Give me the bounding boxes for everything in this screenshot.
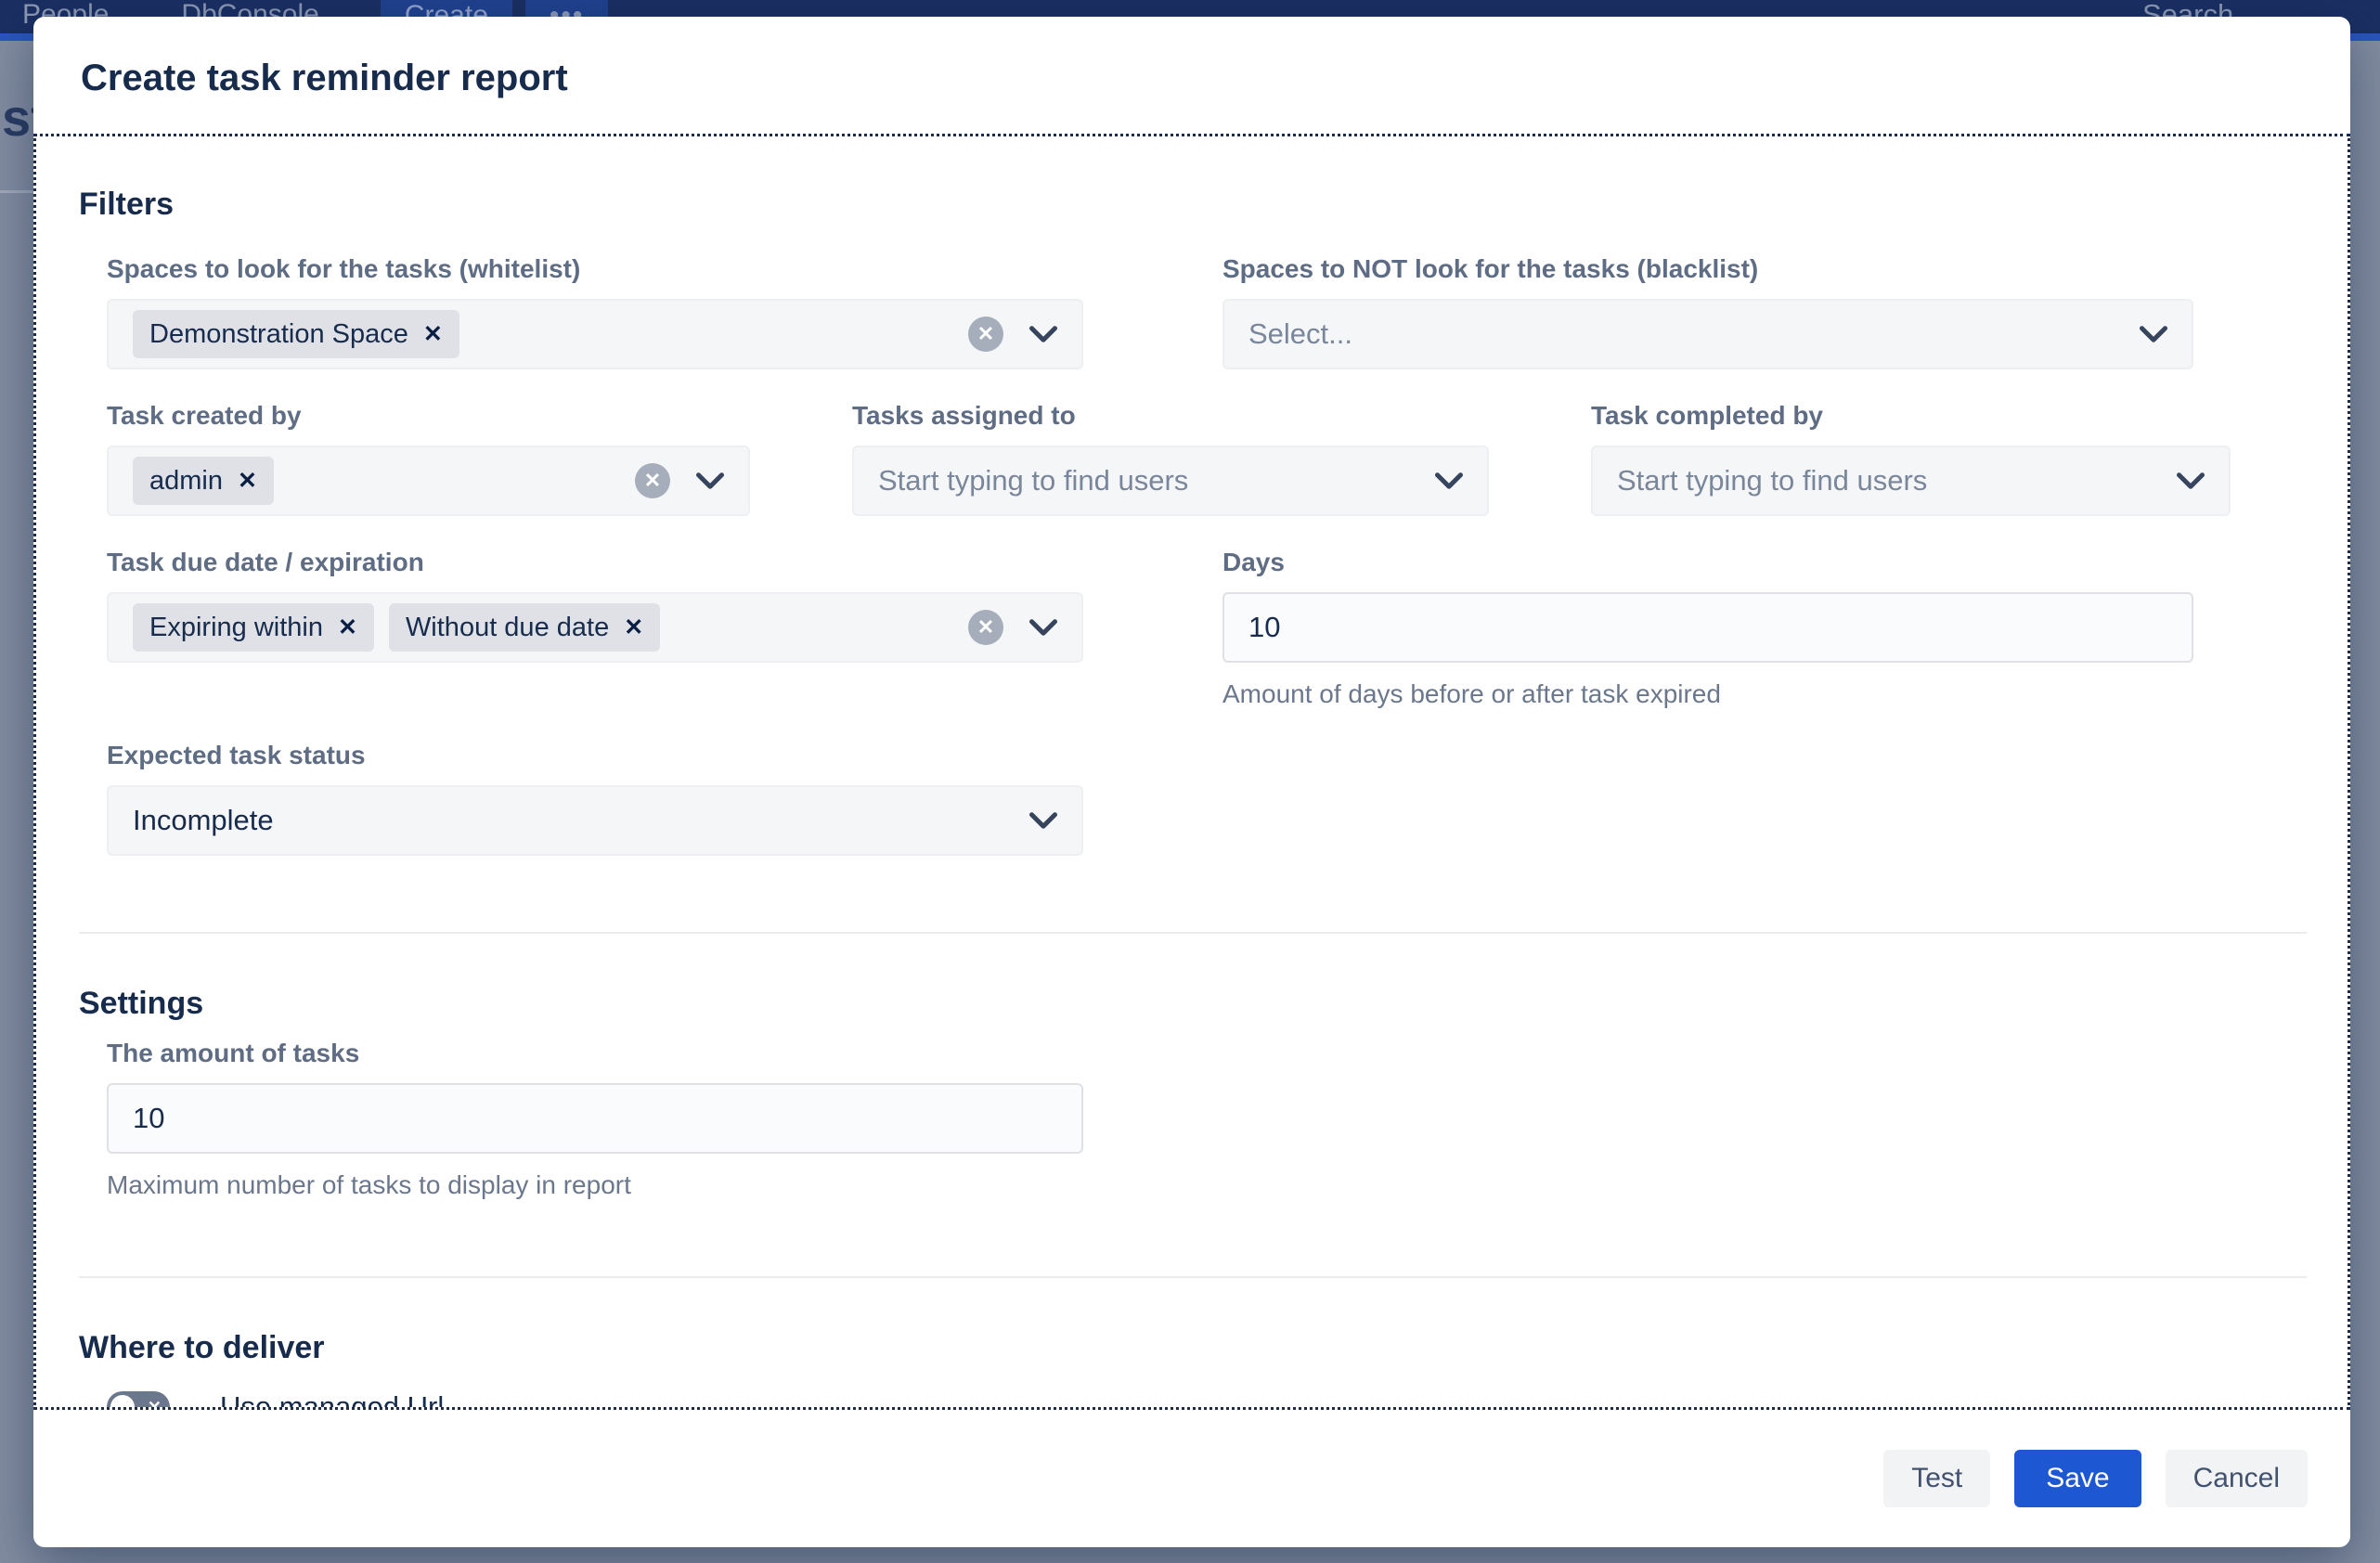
chevron-down-icon[interactable] [2177, 472, 2205, 489]
dialog-footer: Test Save Cancel [33, 1410, 2350, 1547]
remove-tag-icon[interactable]: ✕ [238, 467, 257, 495]
whitelist-label: Spaces to look for the tasks (whitelist) [107, 254, 1083, 284]
blacklist-label: Spaces to NOT look for the tasks (blackl… [1222, 254, 2193, 284]
dialog-content: Filters Spaces to look for the tasks (wh… [33, 134, 2350, 1410]
chevron-down-icon[interactable] [1029, 619, 1057, 636]
amount-help-text: Maximum number of tasks to display in re… [107, 1170, 2307, 1200]
assigned-to-select[interactable]: Start typing to find users [852, 446, 1489, 516]
created-by-label: Task created by [107, 401, 750, 431]
completed-by-select[interactable]: Start typing to find users [1591, 446, 2231, 516]
test-button[interactable]: Test [1883, 1450, 1990, 1507]
section-divider [79, 1276, 2307, 1278]
chevron-down-icon[interactable] [2140, 326, 2167, 342]
remove-tag-icon[interactable]: ✕ [338, 614, 357, 641]
background-divider [0, 190, 33, 193]
chevron-down-icon[interactable] [696, 472, 724, 489]
due-date-select[interactable]: Expiring within ✕ Without due date ✕ ✕ [107, 592, 1083, 663]
deliver-heading: Where to deliver [79, 1330, 2307, 1366]
filters-row-due: Task due date / expiration Expiring with… [107, 548, 2307, 709]
dialog-title: Create task reminder report [81, 58, 2350, 99]
amount-input[interactable] [107, 1083, 1083, 1154]
chevron-down-icon[interactable] [1029, 812, 1057, 829]
cancel-button[interactable]: Cancel [2166, 1450, 2308, 1507]
remove-tag-icon[interactable]: ✕ [624, 614, 643, 641]
managed-url-label: Use managed Url [220, 1390, 444, 1410]
toggle-off-icon: ✕ [148, 1399, 162, 1410]
created-by-select[interactable]: admin ✕ ✕ [107, 446, 750, 516]
clear-field-icon[interactable]: ✕ [968, 610, 1003, 645]
whitelist-select[interactable]: Demonstration Space ✕ ✕ [107, 299, 1083, 369]
create-task-reminder-dialog: Create task reminder report Filters Spac… [33, 17, 2350, 1547]
days-label: Days [1222, 548, 2193, 577]
selected-option-tag[interactable]: Demonstration Space ✕ [133, 310, 459, 358]
filters-row-status: Expected task status Incomplete [107, 741, 2307, 856]
remove-tag-icon[interactable]: ✕ [423, 320, 443, 348]
filters-row-spaces: Spaces to look for the tasks (whitelist)… [107, 254, 2307, 369]
clear-field-icon[interactable]: ✕ [635, 463, 670, 498]
settings-heading: Settings [79, 986, 2307, 1022]
selected-option-tag[interactable]: Without due date ✕ [389, 603, 660, 652]
status-label: Expected task status [107, 741, 1083, 770]
filters-row-users: Task created by admin ✕ ✕ [107, 401, 2307, 516]
filters-heading: Filters [79, 187, 2307, 223]
status-select[interactable]: Incomplete [107, 785, 1083, 856]
completed-by-label: Task completed by [1591, 401, 2231, 431]
toggle-knob [110, 1395, 135, 1410]
managed-url-toggle[interactable]: ✕ [107, 1391, 170, 1410]
blacklist-select[interactable]: Select... [1222, 299, 2193, 369]
save-button[interactable]: Save [2014, 1450, 2141, 1507]
days-help-text: Amount of days before or after task expi… [1222, 679, 2193, 709]
chevron-down-icon[interactable] [1029, 326, 1057, 342]
due-date-label: Task due date / expiration [107, 548, 1083, 577]
assigned-to-label: Tasks assigned to [852, 401, 1489, 431]
days-input[interactable] [1222, 592, 2193, 663]
chevron-down-icon[interactable] [1435, 472, 1463, 489]
dialog-header: Create task reminder report [33, 17, 2350, 134]
selected-option-tag[interactable]: admin ✕ [133, 457, 274, 505]
section-divider [79, 932, 2307, 934]
clear-field-icon[interactable]: ✕ [968, 316, 1003, 352]
managed-url-row: ✕ Use managed Url [107, 1390, 2307, 1410]
amount-label: The amount of tasks [107, 1039, 2307, 1068]
selected-option-tag[interactable]: Expiring within ✕ [133, 603, 374, 652]
